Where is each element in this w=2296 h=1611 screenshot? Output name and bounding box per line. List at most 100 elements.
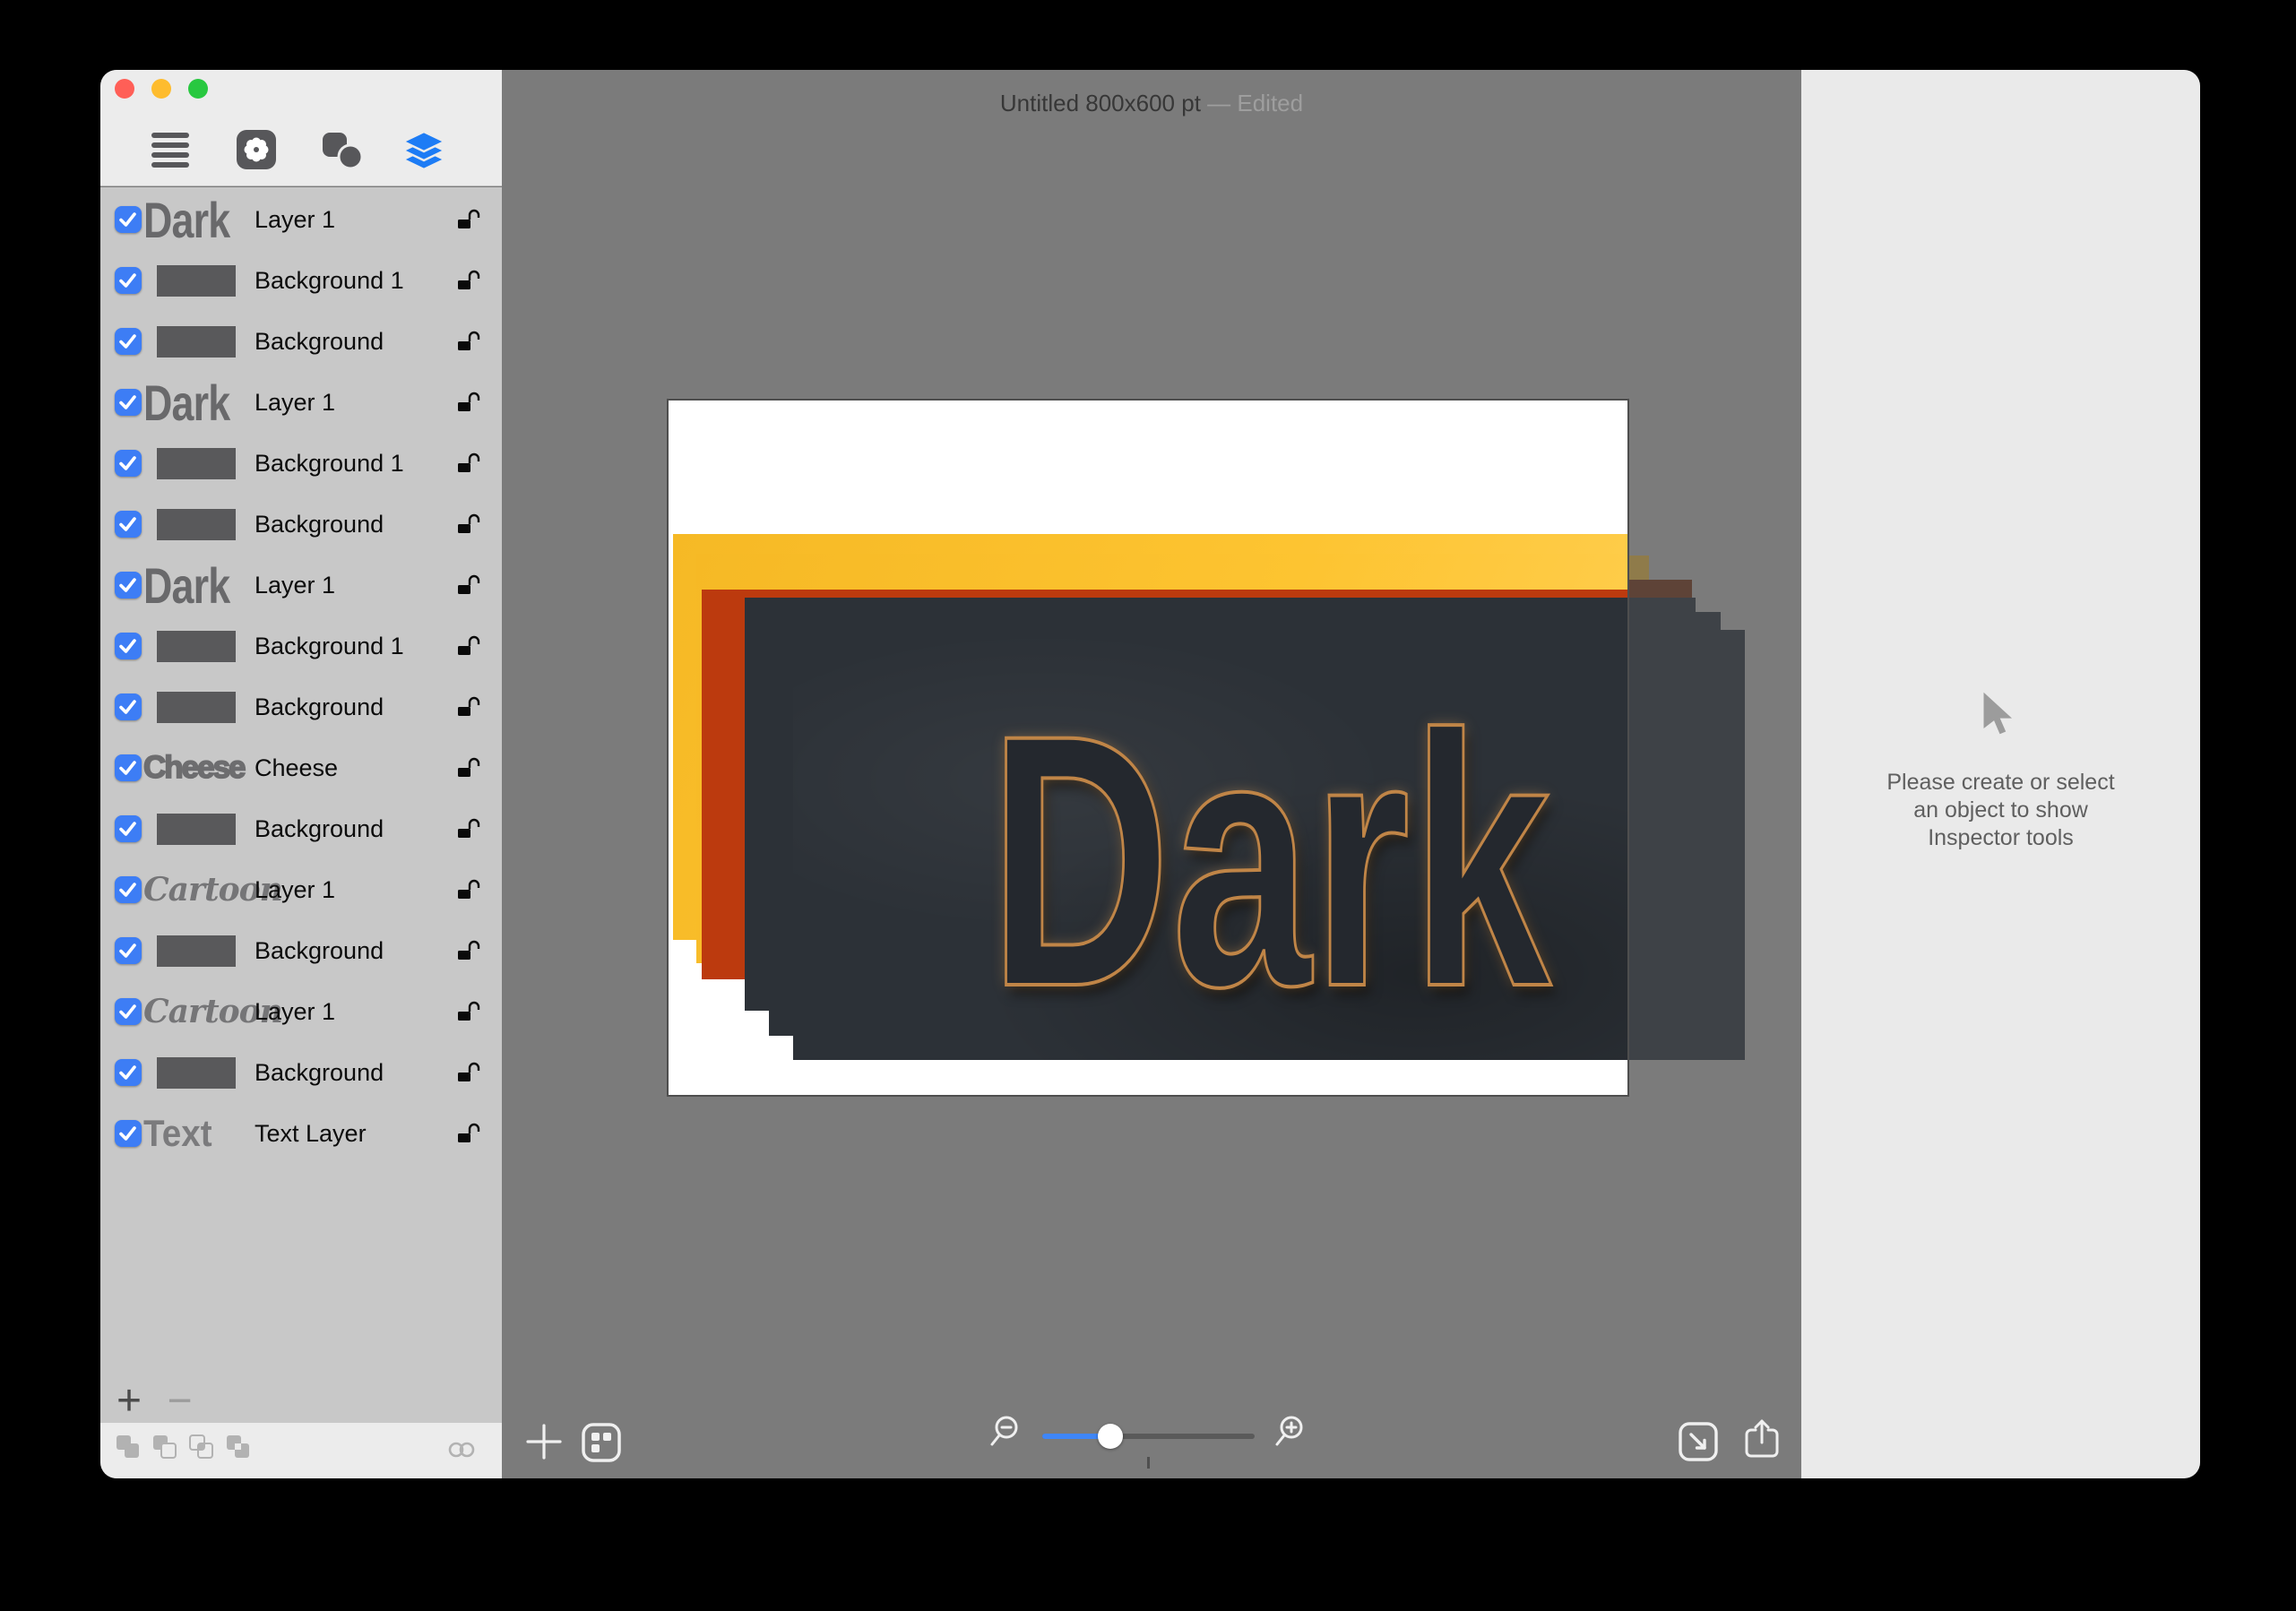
app-window: Dark Layer 1 Background 1 [100, 70, 2200, 1478]
shapes-icon[interactable] [321, 131, 366, 177]
layer-thumbnail: Text [143, 1103, 246, 1164]
layer-row[interactable]: Background [100, 1042, 502, 1103]
dark-background-layer-3: Dark [793, 630, 1627, 1060]
layer-name: Layer 1 [255, 189, 335, 250]
layer-thumbnail: Dark [143, 555, 232, 616]
layer-visibility-checkbox[interactable] [115, 450, 142, 477]
layer-row[interactable]: Text Text Layer [100, 1103, 502, 1164]
zoom-out-icon[interactable] [989, 1412, 1032, 1455]
layers-icon[interactable] [401, 131, 446, 177]
layer-row[interactable]: Background [100, 311, 502, 372]
layer-name: Background [255, 1042, 384, 1103]
add-layer-button[interactable]: + [117, 1379, 142, 1424]
zoom-slider-knob[interactable] [1098, 1424, 1123, 1449]
layer-name: Layer 1 [255, 555, 335, 616]
canvas-pane[interactable]: Untitled 800x600 pt — Edited Dark [502, 70, 1801, 1478]
layer-row[interactable]: Background [100, 920, 502, 981]
layer-row[interactable]: Dark Layer 1 [100, 189, 502, 250]
subtract-icon[interactable] [152, 1434, 177, 1463]
remove-layer-button[interactable]: − [167, 1381, 192, 1422]
unlock-icon[interactable] [454, 328, 481, 355]
unlock-icon[interactable] [454, 633, 481, 659]
layer-thumbnail [143, 494, 255, 555]
layer-row[interactable]: Background [100, 798, 502, 859]
layer-thumbnail [143, 798, 255, 859]
layer-thumbnail: Dark [143, 372, 232, 433]
layer-visibility-checkbox[interactable] [115, 815, 142, 842]
unlock-icon[interactable] [454, 998, 481, 1025]
layer-name: Background 1 [255, 433, 404, 494]
layer-add-remove: + − [117, 1379, 193, 1424]
zoom-slider[interactable] [1042, 1425, 1255, 1466]
layer-visibility-checkbox[interactable] [115, 876, 142, 903]
unlock-icon[interactable] [454, 572, 481, 599]
artboard[interactable]: Dark [669, 401, 1627, 1095]
unlock-icon[interactable] [454, 511, 481, 538]
layer-visibility-checkbox[interactable] [115, 694, 142, 720]
layer-visibility-checkbox[interactable] [115, 998, 142, 1025]
unlock-icon[interactable] [454, 1059, 481, 1086]
inspector-message-line: Please create or select [1801, 769, 2200, 797]
layer-visibility-checkbox[interactable] [115, 389, 142, 416]
layer-name: Cheese [255, 737, 338, 798]
unlock-icon[interactable] [454, 389, 481, 416]
close-icon[interactable] [115, 79, 134, 99]
layer-visibility-checkbox[interactable] [115, 633, 142, 659]
resize-icon[interactable] [1678, 1421, 1719, 1462]
layer-visibility-checkbox[interactable] [115, 1059, 142, 1086]
layer-row[interactable]: Background [100, 676, 502, 737]
layer-visibility-checkbox[interactable] [115, 754, 142, 781]
layer-visibility-checkbox[interactable] [115, 267, 142, 294]
unlock-icon[interactable] [454, 754, 481, 781]
layer-thumbnail [143, 920, 255, 981]
unlock-icon[interactable] [454, 694, 481, 720]
unlock-icon[interactable] [454, 815, 481, 842]
list-icon[interactable] [151, 133, 189, 172]
layer-row[interactable]: Background 1 [100, 616, 502, 676]
unlock-icon[interactable] [454, 206, 481, 233]
layer-row[interactable]: Cartoon Layer 1 [100, 859, 502, 920]
inspector-panel: Please create or select an object to sho… [1801, 70, 2200, 1478]
artboards-icon[interactable] [581, 1422, 622, 1463]
layer-visibility-checkbox[interactable] [115, 328, 142, 355]
layer-thumbnail [143, 616, 255, 676]
layers-list-background: Dark Layer 1 Background 1 [100, 187, 502, 1423]
layer-visibility-checkbox[interactable] [115, 1120, 142, 1147]
layer-row[interactable]: Background [100, 494, 502, 555]
add-artboard-icon[interactable] [523, 1421, 565, 1462]
zoom-in-icon[interactable] [1267, 1412, 1310, 1455]
layer-row[interactable]: Dark Layer 1 [100, 372, 502, 433]
layer-visibility-checkbox[interactable] [115, 206, 142, 233]
union-icon[interactable] [116, 1434, 140, 1463]
layer-thumbnail [143, 1042, 255, 1103]
layers-panel: Dark Layer 1 Background 1 [100, 70, 502, 1478]
unlock-icon[interactable] [454, 876, 481, 903]
layer-row[interactable]: Dark Layer 1 [100, 555, 502, 616]
layer-thumbnail: Cheese [143, 737, 255, 798]
exclude-icon[interactable] [226, 1434, 250, 1463]
overhang-dark-layer-3 [1627, 630, 1745, 1060]
layer-name: Text Layer [255, 1103, 367, 1164]
link-icon[interactable] [446, 1439, 477, 1465]
minimize-icon[interactable] [151, 79, 171, 99]
intersect-icon[interactable] [189, 1434, 213, 1463]
layer-name: Layer 1 [255, 372, 335, 433]
share-icon[interactable] [1741, 1417, 1782, 1462]
unlock-icon[interactable] [454, 267, 481, 294]
layer-thumbnail: Dark [143, 189, 232, 250]
layer-row[interactable]: Background 1 [100, 250, 502, 311]
unlock-icon[interactable] [454, 937, 481, 964]
layer-visibility-checkbox[interactable] [115, 572, 142, 599]
layer-row[interactable]: Cartoon Layer 1 [100, 981, 502, 1042]
zoom-icon[interactable] [188, 79, 208, 99]
unlock-icon[interactable] [454, 1120, 481, 1147]
gear-icon[interactable] [236, 129, 277, 175]
layer-visibility-checkbox[interactable] [115, 511, 142, 538]
layer-visibility-checkbox[interactable] [115, 937, 142, 964]
layer-name: Layer 1 [255, 859, 335, 920]
zoom-slider-center-tick [1147, 1457, 1150, 1469]
unlock-icon[interactable] [454, 450, 481, 477]
layer-row[interactable]: Background 1 [100, 433, 502, 494]
document-name: Untitled 800x600 pt [1000, 90, 1201, 116]
layer-row[interactable]: Cheese Cheese [100, 737, 502, 798]
